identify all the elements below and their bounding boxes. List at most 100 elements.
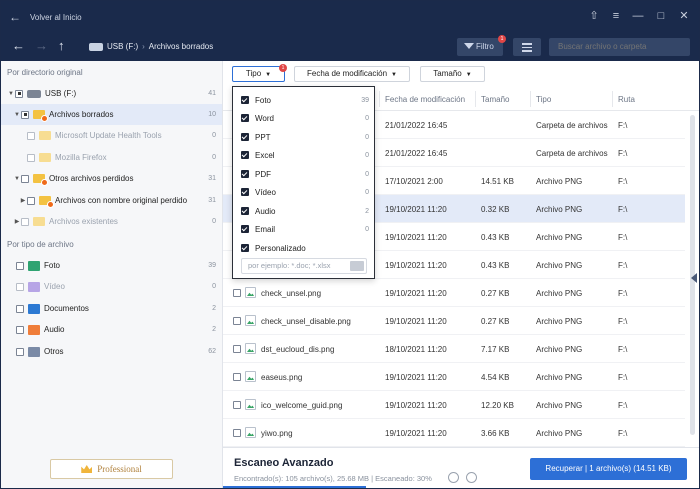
tree-item-existing-files[interactable]: ▶ Archivos existentes 0	[1, 211, 222, 232]
type-checkbox[interactable]	[16, 261, 24, 270]
by-directory-heading: Por directorio original	[7, 68, 83, 77]
checked-checkbox-icon[interactable]	[241, 244, 249, 252]
type-item-documents[interactable]: Documentos 2	[1, 298, 222, 319]
tree-checkbox[interactable]	[21, 217, 29, 226]
type-checkbox[interactable]	[16, 325, 24, 334]
type-checkbox[interactable]	[16, 282, 24, 291]
breadcrumb-folder[interactable]: Archivos borrados	[149, 42, 213, 51]
table-row[interactable]: easeus.png 19/10/2021 11:20 4.54 KB Arch…	[223, 363, 685, 391]
tree-item-deleted-files[interactable]: ▼ Archivos borrados 10	[1, 104, 222, 125]
menu-icon[interactable]: ≡	[609, 9, 623, 23]
back-to-home-link[interactable]: Volver al Inicio	[30, 13, 82, 22]
type-item-count: 62	[208, 348, 216, 355]
filter-button[interactable]: Filtro 1	[457, 35, 506, 56]
filter-option-ppt[interactable]: PPT 0	[241, 128, 369, 146]
filter-option-audio[interactable]: Audio 2	[241, 202, 369, 220]
filter-option-custom[interactable]: Personalizado	[241, 239, 369, 257]
type-item-video[interactable]: Vídeo 0	[1, 276, 222, 297]
document-icon	[28, 303, 40, 314]
tree-item-microsoft-update[interactable]: Microsoft Update Health Tools 0	[1, 125, 222, 146]
type-checkbox[interactable]	[16, 347, 24, 356]
table-row[interactable]: ico_welcome_guid.png 19/10/2021 11:20 12…	[223, 391, 685, 419]
confirm-check-icon[interactable]	[350, 261, 364, 271]
tree-item-count: 0	[212, 132, 216, 139]
row-checkbox[interactable]	[233, 289, 241, 297]
checked-checkbox-icon[interactable]	[241, 151, 249, 159]
table-row[interactable]: dst_eucloud_dis.png 18/10/2021 11:20 7.1…	[223, 335, 685, 363]
view-menu-button[interactable]	[513, 38, 541, 56]
close-icon[interactable]: ✕	[677, 9, 691, 23]
stop-scan-icon[interactable]	[448, 472, 459, 483]
back-icon[interactable]: ←	[12, 39, 25, 53]
tree-item-lost-name-files[interactable]: ▶ Archivos con nombre original perdido 3…	[1, 190, 222, 211]
filter-option-count: 0	[365, 133, 369, 141]
type-item-audio[interactable]: Audio 2	[1, 319, 222, 340]
size-filter-dropdown[interactable]: Tamaño ▼	[420, 66, 485, 82]
checked-checkbox-icon[interactable]	[241, 96, 249, 104]
up-icon[interactable]: ↑	[58, 39, 65, 53]
filter-option-count: 0	[365, 170, 369, 178]
table-row[interactable]: check_unsel.png 19/10/2021 11:20 0.27 KB…	[223, 279, 685, 307]
filter-option-pdf[interactable]: PDF 0	[241, 165, 369, 183]
type-filter-dropdown[interactable]: Tipo ▼ 1	[232, 64, 287, 82]
row-checkbox[interactable]	[233, 345, 241, 353]
type-item-photo[interactable]: Foto 39	[1, 255, 222, 276]
upload-icon[interactable]: ⇧	[587, 9, 601, 23]
search-input[interactable]	[549, 38, 690, 56]
filter-option-word[interactable]: Word 0	[241, 109, 369, 127]
column-path[interactable]: Ruta	[618, 95, 635, 104]
tree-item-other-lost-files[interactable]: ▼ Otros archivos perdidos 31	[1, 168, 222, 189]
checked-checkbox-icon[interactable]	[241, 188, 249, 196]
checked-checkbox-icon[interactable]	[241, 207, 249, 215]
expand-arrow-icon[interactable]: ▼	[13, 176, 21, 182]
forward-icon[interactable]: →	[35, 39, 48, 53]
checked-checkbox-icon[interactable]	[241, 133, 249, 141]
professional-button[interactable]: Professional	[50, 459, 173, 479]
filter-option-video[interactable]: Vídeo 0	[241, 183, 369, 201]
modified-filter-dropdown[interactable]: Fecha de modificación ▼	[294, 66, 410, 82]
row-type: Archivo PNG	[536, 233, 583, 242]
row-checkbox[interactable]	[233, 429, 241, 437]
pause-scan-icon[interactable]	[466, 472, 477, 483]
row-checkbox[interactable]	[233, 373, 241, 381]
column-size[interactable]: Tamaño	[481, 95, 509, 104]
table-row[interactable]: yiwo.png 19/10/2021 11:20 3.66 KB Archiv…	[223, 419, 685, 447]
checked-checkbox-icon[interactable]	[241, 170, 249, 178]
row-checkbox[interactable]	[233, 317, 241, 325]
tree-checkbox[interactable]	[27, 131, 35, 140]
filter-option-email[interactable]: Email 0	[241, 220, 369, 238]
minimize-icon[interactable]: —	[631, 9, 645, 23]
tree-item-usb[interactable]: ▼ USB (F:) 41	[1, 83, 222, 104]
tree-checkbox[interactable]	[15, 89, 23, 98]
collapse-arrow-icon[interactable]: ▶	[13, 218, 21, 225]
maximize-icon[interactable]: □	[654, 9, 668, 23]
type-checkbox[interactable]	[16, 304, 24, 313]
type-item-others[interactable]: Otros 62	[1, 341, 222, 362]
tree-checkbox[interactable]	[27, 196, 35, 205]
breadcrumb-drive[interactable]: USB (F:)	[107, 42, 138, 51]
row-size: 3.66 KB	[481, 429, 510, 438]
type-item-label: Vídeo	[44, 282, 65, 291]
filter-option-photo[interactable]: Foto 39	[241, 91, 369, 109]
title-bar: ← Volver al Inicio ⇧ ≡ — □ ✕	[1, 1, 699, 34]
expand-arrow-icon[interactable]: ▼	[13, 112, 21, 118]
row-checkbox[interactable]	[233, 401, 241, 409]
tree-checkbox[interactable]	[27, 153, 35, 162]
tree-item-mozilla-firefox[interactable]: Mozilla Firefox 0	[1, 147, 222, 168]
back-arrow-icon[interactable]: ←	[9, 10, 21, 24]
custom-extension-input[interactable]: por ejemplo: *.doc; *.xlsx	[241, 258, 367, 274]
side-panel-toggle-icon[interactable]	[691, 273, 697, 283]
column-type[interactable]: Tipo	[536, 95, 551, 104]
checked-checkbox-icon[interactable]	[241, 225, 249, 233]
checked-checkbox-icon[interactable]	[241, 114, 249, 122]
filter-option-excel[interactable]: Excel 0	[241, 146, 369, 164]
tree-checkbox[interactable]	[21, 174, 29, 183]
tree-checkbox[interactable]	[21, 110, 29, 119]
column-modified[interactable]: Fecha de modificación	[385, 95, 465, 104]
collapse-arrow-icon[interactable]: ▶	[19, 197, 27, 204]
table-row[interactable]: check_unsel_disable.png 19/10/2021 11:20…	[223, 307, 685, 335]
row-modified: 21/01/2022 16:45	[385, 121, 448, 130]
expand-arrow-icon[interactable]: ▼	[7, 91, 15, 97]
row-path: F:\	[618, 345, 628, 354]
recover-button[interactable]: Recuperar | 1 archivo(s) (14.51 KB)	[530, 458, 687, 480]
